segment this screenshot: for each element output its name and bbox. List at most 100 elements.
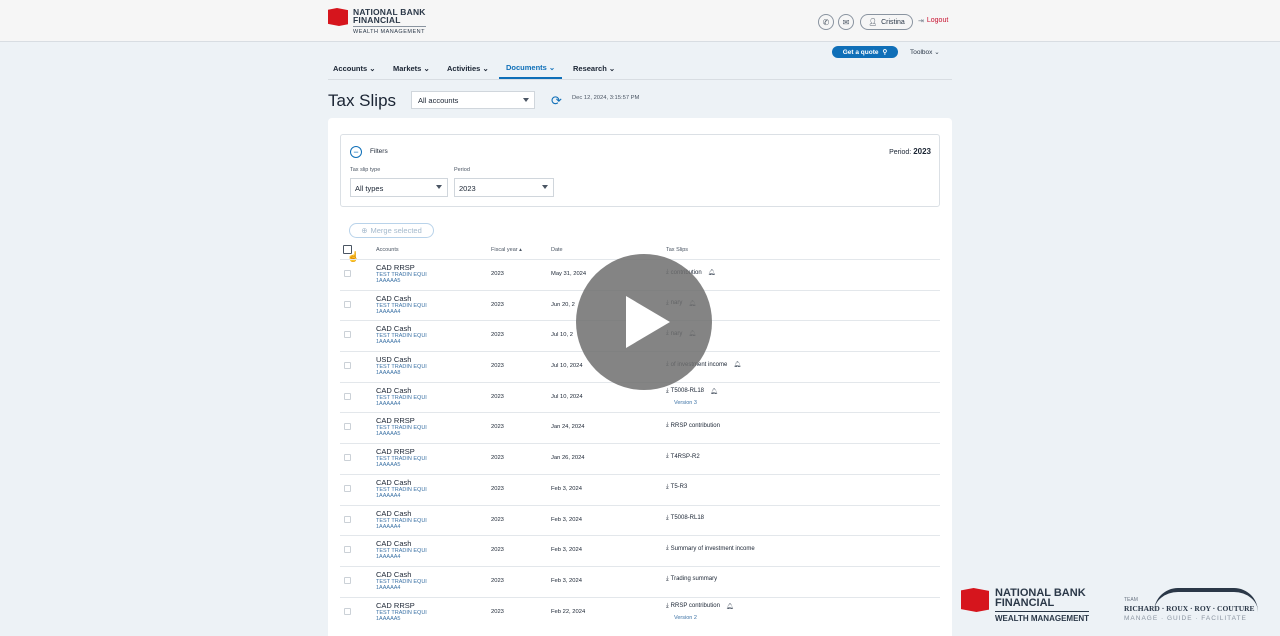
account-name[interactable]: CAD Cash bbox=[376, 540, 411, 548]
table-row[interactable]: CAD Cash TEST TRADIN EQUI 1AAAAA4 2023 Feb 3… bbox=[340, 565, 940, 597]
collapse-filters-icon[interactable]: − bbox=[350, 146, 362, 158]
tax-slip-link[interactable]: ⤓ RRSP contribution 🔔︎ bbox=[666, 603, 734, 610]
user-menu-button[interactable]: 👤︎ Cristina bbox=[860, 14, 913, 30]
account-number: 1AAAAA8 bbox=[376, 370, 401, 377]
logo-line-2: FINANCIAL bbox=[353, 15, 401, 25]
account-name[interactable]: CAD RRSP bbox=[376, 264, 415, 272]
logout-link[interactable]: ⇥ Logout bbox=[918, 17, 948, 25]
download-icon: ⤓ bbox=[666, 514, 669, 521]
nav-accounts[interactable]: Accounts ⌄ bbox=[333, 64, 376, 73]
fiscal-year: 2023 bbox=[491, 455, 504, 462]
row-checkbox[interactable] bbox=[344, 270, 351, 277]
table-row[interactable]: CAD Cash TEST TRADIN EQUI 1AAAAA4 2023 Feb 3… bbox=[340, 535, 940, 566]
download-icon: ⤓ bbox=[666, 545, 669, 552]
tax-slip-link[interactable]: ⤓ T4RSP-R2 bbox=[666, 453, 700, 460]
user-name: Cristina bbox=[881, 18, 905, 26]
account-name[interactable]: CAD Cash bbox=[376, 294, 411, 303]
slip-type-select[interactable]: All types bbox=[350, 178, 448, 197]
page-title: Tax Slips bbox=[328, 91, 397, 110]
row-checkbox[interactable] bbox=[344, 515, 351, 523]
refresh-icon[interactable]: ⟳ bbox=[551, 93, 562, 109]
team-logo: TEAM RICHARD · ROUX · ROY · COUTURE MANA… bbox=[1124, 588, 1264, 628]
account-name[interactable]: USD Cash bbox=[376, 356, 411, 364]
account-number: 1AAAAA4 bbox=[376, 584, 401, 591]
tax-slip-link[interactable]: ⤓ Summary of investment income bbox=[666, 545, 755, 552]
row-checkbox[interactable] bbox=[344, 454, 351, 462]
national-bank-logo[interactable]: NATIONAL BANK FINANCIAL WEALTH MANAGEMEN… bbox=[328, 8, 426, 36]
download-icon: ⤓ bbox=[666, 575, 669, 582]
row-checkbox[interactable] bbox=[344, 300, 351, 308]
tax-slip-link[interactable]: ⤓ T5008-RL18 bbox=[666, 515, 704, 522]
mail-button[interactable]: ✉ bbox=[838, 14, 854, 30]
row-checkbox[interactable] bbox=[344, 392, 351, 400]
toolbox-menu[interactable]: Toolbox ⌄ bbox=[910, 48, 940, 56]
slip-date: Jul 10, 2024 bbox=[551, 393, 583, 400]
get-quote-button[interactable]: Get a quote ⚲ bbox=[832, 46, 898, 58]
logout-label: Logout bbox=[926, 17, 949, 24]
tax-slip-link[interactable]: ⤓ T5008-RL18 🔔︎ bbox=[666, 388, 718, 395]
table-row[interactable]: CAD RRSP TEST TRADIN EQUI 1AAAAA5 2023 Jan 2… bbox=[340, 443, 940, 474]
search-icon: ⚲ bbox=[882, 49, 888, 56]
row-checkbox[interactable] bbox=[344, 331, 351, 339]
nav-markets[interactable]: Markets ⌄ bbox=[393, 64, 430, 73]
account-name[interactable]: CAD Cash bbox=[376, 509, 411, 518]
top-bar: NATIONAL BANK FINANCIAL WEALTH MANAGEMEN… bbox=[0, 0, 1280, 42]
period-label: Period bbox=[454, 167, 470, 173]
download-icon: ⤓ bbox=[666, 387, 669, 394]
download-icon: ⤓ bbox=[666, 602, 669, 609]
tax-slip-link[interactable]: ⤓ Trading summary bbox=[666, 576, 717, 583]
account-name[interactable]: CAD RRSP bbox=[376, 417, 415, 425]
account-number: 1AAAAA5 bbox=[376, 462, 401, 469]
tax-slip-link[interactable]: ⤓ RRSP contribution bbox=[666, 422, 720, 429]
slip-date: Feb 3, 2024 bbox=[551, 485, 582, 492]
fiscal-year: 2023 bbox=[491, 332, 504, 339]
account-name[interactable]: CAD Cash bbox=[376, 478, 411, 487]
chevron-down-icon bbox=[436, 185, 442, 189]
table-row[interactable]: CAD RRSP TEST TRADIN EQUI 1AAAAA5 2023 Feb 2… bbox=[340, 596, 940, 628]
bell-icon: 🔔︎ bbox=[725, 603, 734, 610]
account-select[interactable]: All accounts bbox=[411, 91, 535, 109]
bank-flag-icon bbox=[328, 8, 348, 26]
account-name[interactable]: CAD Cash bbox=[376, 570, 411, 579]
phone-button[interactable]: ✆ bbox=[818, 14, 834, 30]
col-header-fiscal-year[interactable]: Fiscal year ▴ bbox=[491, 247, 522, 253]
tax-slip-label: T5008-RL18 bbox=[670, 515, 705, 521]
row-checkbox[interactable] bbox=[344, 546, 351, 554]
get-quote-label: Get a quote bbox=[842, 48, 879, 56]
fiscal-year: 2023 bbox=[491, 485, 504, 492]
account-number: 1AAAAA4 bbox=[376, 492, 401, 499]
col-header-accounts[interactable]: Accounts bbox=[376, 247, 399, 253]
row-checkbox[interactable] bbox=[344, 484, 351, 492]
filters-label: Filters bbox=[370, 148, 388, 155]
account-name[interactable]: CAD RRSP bbox=[376, 448, 415, 456]
account-name[interactable]: CAD Cash bbox=[376, 386, 411, 395]
row-checkbox[interactable] bbox=[344, 362, 351, 370]
tax-slip-label: RRSP contribution bbox=[670, 603, 720, 610]
fiscal-year: 2023 bbox=[491, 363, 504, 370]
slip-date: Jan 26, 2024 bbox=[551, 455, 585, 462]
account-name[interactable]: CAD RRSP bbox=[376, 601, 415, 610]
account-number: 1AAAAA4 bbox=[376, 308, 401, 315]
table-row[interactable]: CAD Cash TEST TRADIN EQUI 1AAAAA4 2023 Feb 3… bbox=[340, 473, 940, 505]
table-row[interactable]: CAD Cash TEST TRADIN EQUI 1AAAAA4 2023 Feb 3… bbox=[340, 504, 940, 536]
account-number: 1AAAAA5 bbox=[376, 431, 401, 438]
nav-documents[interactable]: Documents ⌄ bbox=[499, 63, 563, 79]
row-checkbox[interactable] bbox=[344, 576, 351, 584]
account-name[interactable]: CAD Cash bbox=[376, 325, 411, 333]
fiscal-year: 2023 bbox=[491, 577, 504, 584]
video-play-button[interactable] bbox=[576, 254, 712, 390]
row-checkbox[interactable] bbox=[344, 607, 351, 615]
period-select[interactable]: 2023 bbox=[454, 178, 554, 197]
fiscal-year: 2023 bbox=[491, 547, 504, 554]
nav-activities[interactable]: Activities ⌄ bbox=[447, 64, 489, 73]
col-header-date[interactable]: Date bbox=[551, 247, 563, 253]
table-row[interactable]: CAD RRSP TEST TRADIN EQUI 1AAAAA5 2023 Jan 2… bbox=[340, 412, 940, 443]
logout-icon: ⇥ bbox=[918, 18, 924, 25]
row-checkbox[interactable] bbox=[344, 423, 351, 431]
tax-slip-link[interactable]: ⤓ T5-R3 bbox=[666, 484, 687, 491]
chevron-down-icon bbox=[542, 185, 548, 189]
download-icon: ⤓ bbox=[666, 453, 669, 460]
merge-selected-button[interactable]: ⊕ Merge selected bbox=[349, 223, 434, 238]
nav-research[interactable]: Research ⌄ bbox=[573, 64, 615, 73]
main-nav: Accounts ⌄ Markets ⌄ Activities ⌄ Docume… bbox=[328, 58, 952, 80]
